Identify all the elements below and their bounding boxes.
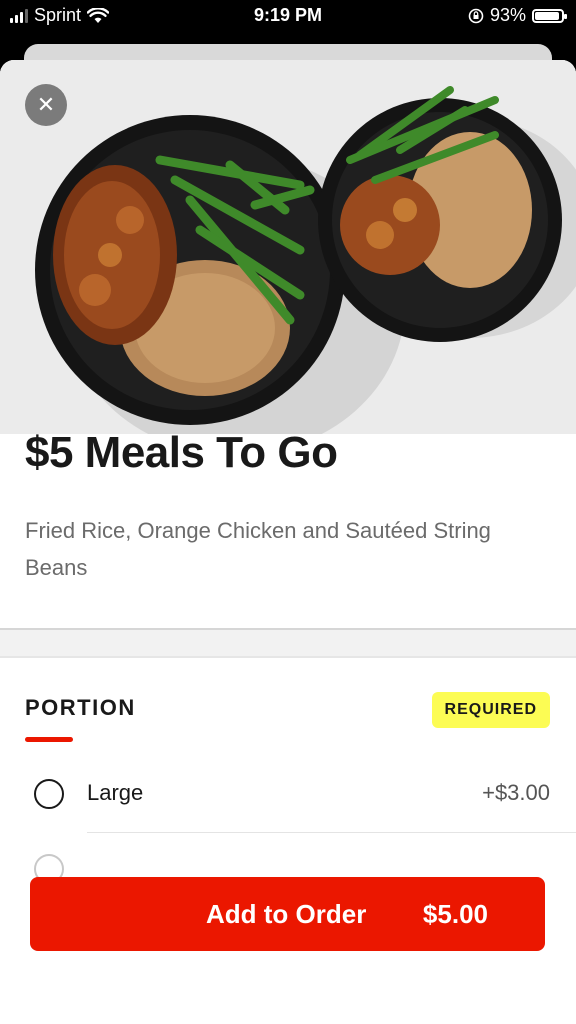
option-divider <box>87 832 576 833</box>
radio-button[interactable] <box>34 779 64 809</box>
close-icon: ✕ <box>36 92 56 117</box>
portion-section-title: PORTION <box>25 695 136 720</box>
orientation-lock-icon <box>468 8 484 23</box>
status-bar: Sprint 9:19 PM 93% <box>0 0 576 34</box>
add-to-order-button[interactable]: Add to Order $5.00 <box>30 877 545 951</box>
option-large[interactable]: Large +$3.00 <box>0 762 576 832</box>
item-description: Fried Rice, Orange Chicken and Sautéed S… <box>25 518 491 580</box>
close-button[interactable]: ✕ <box>25 84 67 126</box>
option-price: +$3.00 <box>482 780 550 805</box>
order-total-price: $5.00 <box>422 899 488 929</box>
battery-icon <box>532 8 567 23</box>
battery-fill <box>535 11 560 20</box>
section-divider <box>0 628 576 658</box>
section-title-underline <box>25 737 73 742</box>
required-badge: REQUIRED <box>431 692 550 728</box>
add-to-order-label: Add to Order <box>206 899 367 929</box>
item-photo: ✕ <box>0 60 576 455</box>
option-label: Large <box>87 780 144 805</box>
battery-percent: 93% <box>489 5 526 25</box>
food-bowls-illustration <box>0 60 576 455</box>
item-title: $5 Meals To Go <box>25 428 338 477</box>
status-right: 93% <box>468 5 567 26</box>
